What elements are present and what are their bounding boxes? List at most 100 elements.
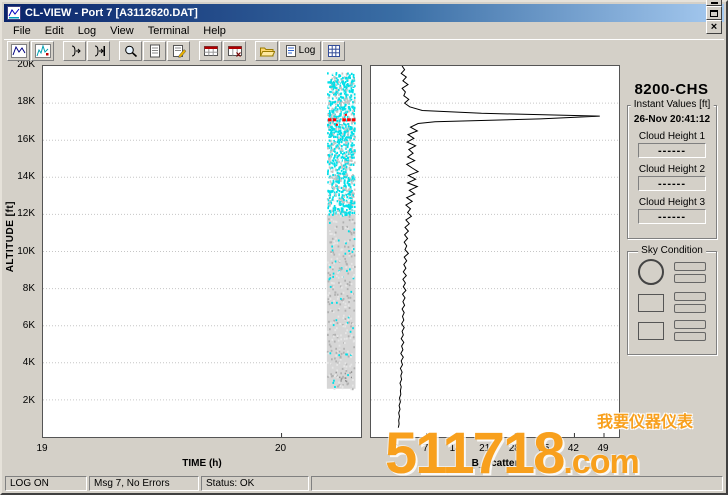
log-toggle-label: Log: [299, 45, 316, 56]
sky-layer-box-icon: [638, 294, 664, 312]
sky-value-box: [674, 320, 706, 329]
y-tick-label: 8K: [4, 283, 38, 294]
y-tick-label: 12K: [4, 208, 38, 219]
time-tick-label: 20: [271, 443, 291, 454]
data-table-export-button[interactable]: [223, 41, 246, 61]
menu-bar: File Edit Log View Terminal Help: [4, 22, 724, 39]
sky-layer-box-icon: [638, 322, 664, 340]
time-axis-ticks: 1920: [42, 443, 362, 455]
backscatter-tick-label: 35: [534, 443, 554, 454]
status-bar: LOG ON Msg 7, No Errors Status: OK: [4, 475, 724, 491]
edit-form-button[interactable]: [167, 41, 190, 61]
y-tick-label: 10K: [4, 246, 38, 257]
data-table-export-icon: [227, 44, 243, 58]
report-button[interactable]: [143, 41, 166, 61]
backscatter-tick-label: 21: [475, 443, 495, 454]
edit-form-icon: [171, 44, 187, 58]
y-tick-label: 20K: [4, 61, 38, 70]
sky-value-bars: [674, 262, 706, 283]
time-series-button[interactable]: [7, 41, 30, 61]
backscatter-tick-label: 7: [416, 443, 436, 454]
cloud-height-2-label: Cloud Height 2: [628, 164, 716, 175]
cloud-height-3-value: ------: [638, 209, 706, 224]
message-grid-button[interactable]: [322, 41, 345, 61]
message-grid-icon: [326, 44, 342, 58]
main-content: ALTITUDE [ft] 20K18K16K14K12K10K8K6K4K2K…: [4, 61, 724, 473]
log-toggle-button[interactable]: Log: [279, 41, 321, 61]
instant-values-group-label: Instant Values [ft]: [631, 99, 714, 110]
sky-condition-row: [638, 320, 706, 341]
menu-help[interactable]: Help: [196, 24, 233, 38]
cloud-height-1-value: ------: [638, 143, 706, 158]
app-window: CL-VIEW - Port 7 [A3112620.DAT] × File E…: [0, 0, 728, 495]
side-panel: 8200-CHS Instant Values [ft] 26-Nov 20:4…: [623, 61, 724, 473]
time-height-plot[interactable]: [42, 65, 362, 438]
sky-value-box: [674, 332, 706, 341]
log-file-icon: [285, 44, 297, 58]
y-tick-label: 18K: [4, 96, 38, 107]
sky-value-bars: [674, 292, 706, 313]
time-height-canvas: [43, 66, 361, 437]
y-tick-label: 16K: [4, 134, 38, 145]
menu-edit[interactable]: Edit: [38, 24, 71, 38]
model-label: 8200-CHS: [623, 81, 720, 98]
y-tick-label: 2K: [4, 395, 38, 406]
timestamp: 26-Nov 20:41:12: [628, 114, 716, 125]
toolbar-separator: [55, 41, 62, 61]
status-ok: Status: OK: [201, 476, 309, 491]
sky-value-bars: [674, 320, 706, 341]
sky-value-box: [674, 304, 706, 313]
sky-condition-group: Sky Condition: [627, 251, 717, 355]
backscatter-axis-title: B_Scatter: [370, 458, 620, 469]
backscatter-canvas: [371, 66, 619, 437]
app-icon: [7, 6, 21, 20]
open-file-icon: [259, 44, 275, 58]
status-spacer: [311, 476, 723, 491]
sky-condition-row: [638, 292, 706, 313]
open-file-button[interactable]: [255, 41, 278, 61]
zoom-button[interactable]: [119, 41, 142, 61]
data-table-icon: [203, 44, 219, 58]
y-tick-label: 14K: [4, 171, 38, 182]
profile-view-icon: [35, 44, 51, 58]
title-bar[interactable]: CL-VIEW - Port 7 [A3112620.DAT] ×: [4, 4, 724, 22]
backscatter-axis-ticks: 07142128354249: [370, 443, 620, 455]
menu-terminal[interactable]: Terminal: [141, 24, 197, 38]
prev-profile-button[interactable]: [63, 41, 86, 61]
y-tick-label: 4K: [4, 357, 38, 368]
cloud-height-3-label: Cloud Height 3: [628, 197, 716, 208]
cloud-height-2-value: ------: [638, 176, 706, 191]
toolbar-separator: [111, 41, 118, 61]
sky-value-box: [674, 274, 706, 283]
instant-values-group: Instant Values [ft] 26-Nov 20:41:12 Clou…: [627, 105, 717, 239]
sky-value-box: [674, 262, 706, 271]
next-profile-button[interactable]: [87, 41, 110, 61]
sky-clear-circle-icon: [638, 259, 664, 285]
menu-file[interactable]: File: [6, 24, 38, 38]
prev-profile-icon: [67, 44, 83, 58]
sky-value-box: [674, 292, 706, 301]
status-log-state: LOG ON: [5, 476, 87, 491]
maximize-button[interactable]: [706, 6, 722, 20]
backscatter-plot[interactable]: [370, 65, 620, 438]
next-profile-icon: [91, 44, 107, 58]
backscatter-tick-label: 28: [504, 443, 524, 454]
time-axis-title: TIME (h): [42, 458, 362, 469]
backscatter-tick-label: 14: [445, 443, 465, 454]
profile-view-button[interactable]: [31, 41, 54, 61]
data-table-button[interactable]: [199, 41, 222, 61]
toolbar: Log: [4, 39, 724, 61]
menu-log[interactable]: Log: [71, 24, 103, 38]
y-tick-label: 6K: [4, 320, 38, 331]
menu-view[interactable]: View: [103, 24, 141, 38]
maximize-icon: [710, 10, 718, 17]
toolbar-separator: [191, 41, 198, 61]
backscatter-tick-label: 0: [386, 443, 406, 454]
backscatter-tick-label: 49: [593, 443, 613, 454]
window-title: CL-VIEW - Port 7 [A3112620.DAT]: [25, 7, 704, 19]
sky-condition-row: [638, 259, 706, 285]
cloud-height-1-label: Cloud Height 1: [628, 131, 716, 142]
time-series-icon: [11, 44, 27, 58]
status-message: Msg 7, No Errors: [89, 476, 199, 491]
minimize-icon: [711, 2, 718, 4]
